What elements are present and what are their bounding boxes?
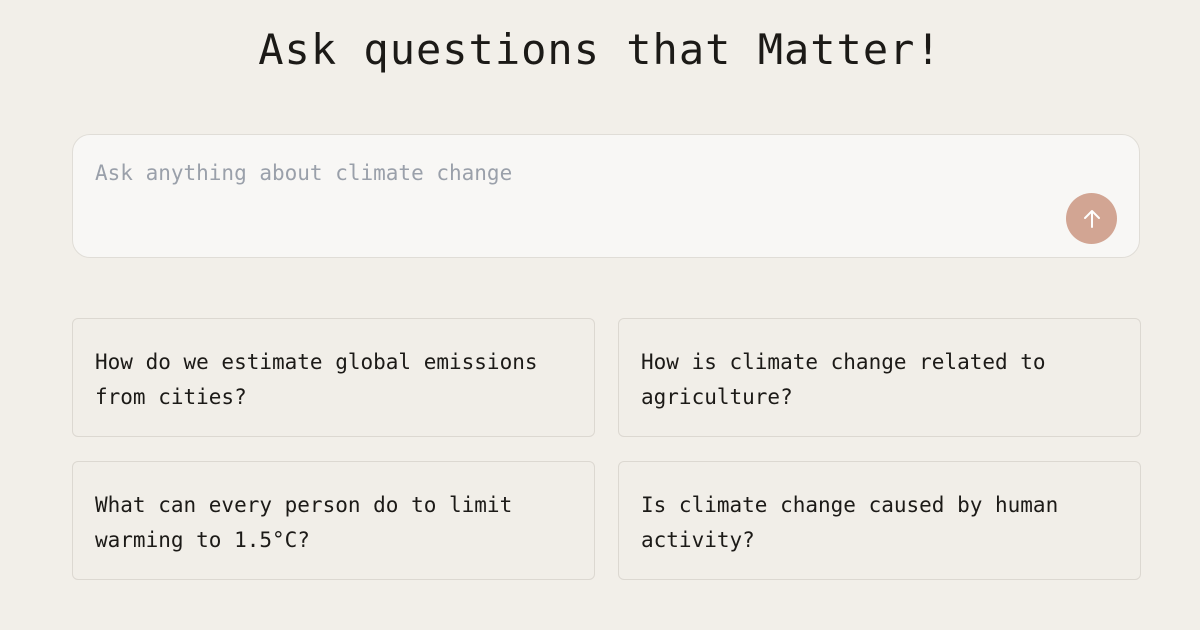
question-box[interactable] [72,134,1140,258]
suggestion-text: What can every person do to limit warmin… [95,493,513,552]
suggestion-card[interactable]: What can every person do to limit warmin… [72,461,595,580]
suggestion-card[interactable]: How do we estimate global emissions from… [72,318,595,437]
suggestion-card[interactable]: Is climate change caused by human activi… [618,461,1141,580]
suggestion-card[interactable]: How is climate change related to agricul… [618,318,1141,437]
suggestion-text: Is climate change caused by human activi… [641,493,1059,552]
suggestion-text: How is climate change related to agricul… [641,350,1046,409]
question-input[interactable] [95,161,1055,185]
arrow-up-icon [1083,209,1100,228]
page-title: Ask questions that Matter! [258,25,942,74]
suggestion-text: How do we estimate global emissions from… [95,350,538,409]
submit-button[interactable] [1066,193,1117,244]
